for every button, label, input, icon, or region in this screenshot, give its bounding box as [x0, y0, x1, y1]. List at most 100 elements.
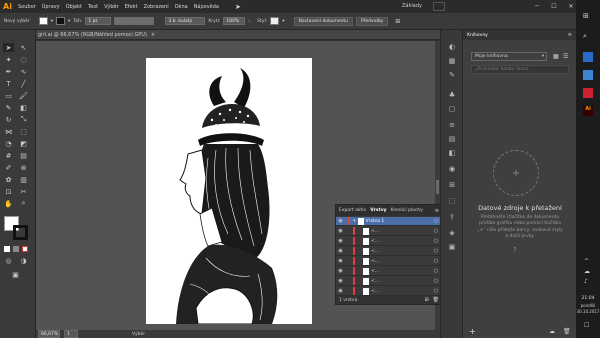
list-view-icon[interactable]: ☰: [563, 53, 568, 60]
pen-tool-icon[interactable]: ✒: [3, 67, 14, 76]
trash-icon[interactable]: 🗑: [433, 297, 439, 303]
menu-efekt[interactable]: Efekt: [122, 4, 141, 10]
layer-name[interactable]: <...: [371, 249, 379, 254]
stroke-swatch[interactable]: [55, 17, 65, 25]
close-icon[interactable]: ✕: [566, 3, 576, 10]
chevron-down-icon[interactable]: ▾: [68, 19, 70, 24]
artboard-tool-icon[interactable]: ⊡: [3, 187, 14, 196]
stroke-weight-field[interactable]: 1 pt: [85, 17, 112, 25]
network-icon[interactable]: ☁: [584, 268, 590, 275]
eye-icon[interactable]: ◉: [336, 268, 345, 274]
symbols-icon[interactable]: ♣: [446, 90, 458, 99]
chevron-down-icon[interactable]: ▾: [282, 19, 284, 24]
rectangle-tool-icon[interactable]: ▭: [3, 91, 14, 100]
close-tab-icon[interactable]: ×: [151, 32, 155, 38]
menu-vyber[interactable]: Výběr: [101, 4, 122, 10]
layer-row[interactable]: ◉ <... ○: [336, 257, 442, 266]
brush-field[interactable]: 3 b. kulatý: [165, 17, 206, 25]
magic-wand-icon[interactable]: ✦: [3, 55, 14, 64]
color-mode-icon[interactable]: [4, 246, 10, 252]
draw-behind-icon[interactable]: ◑: [18, 256, 29, 265]
start-icon[interactable]: ⊞: [583, 12, 593, 22]
trash-icon[interactable]: 🗑: [563, 328, 571, 335]
notifications-icon[interactable]: ☐: [584, 322, 589, 329]
graph-tool-icon[interactable]: ▥: [18, 175, 29, 184]
target-icon[interactable]: ○: [434, 288, 438, 294]
stroke-color-swatch[interactable]: [13, 225, 28, 240]
stock-search-input[interactable]: ⌕ Prohledat Adobe Stock: [471, 65, 569, 74]
eye-icon[interactable]: ◉: [336, 278, 345, 284]
layer-row[interactable]: ◉ <... ○: [336, 277, 442, 286]
appearance-icon[interactable]: ◉: [446, 164, 458, 173]
layer-row[interactable]: ◉ <... ○: [336, 237, 442, 246]
paintbrush-icon[interactable]: 🖌: [18, 91, 29, 100]
export-icon[interactable]: ⇪: [446, 212, 458, 221]
style-swatch[interactable]: [270, 17, 280, 25]
perspective-icon[interactable]: ◩: [18, 139, 29, 148]
target-icon[interactable]: ○: [434, 268, 438, 274]
scrollbar-thumb[interactable]: [436, 180, 439, 194]
layer-name[interactable]: <...: [371, 239, 379, 244]
zoom-field[interactable]: 66,67%: [38, 330, 60, 338]
eye-icon[interactable]: ◉: [336, 238, 345, 244]
panel-menu-icon[interactable]: ≡: [568, 32, 572, 38]
target-icon[interactable]: ○: [434, 228, 438, 234]
lasso-icon[interactable]: ◌: [18, 55, 29, 64]
layer-name[interactable]: <...: [371, 229, 379, 234]
artboards-icon[interactable]: ▣: [446, 242, 458, 251]
volume-icon[interactable]: ♪: [584, 278, 588, 285]
tab-layers[interactable]: Vrstvy: [370, 208, 386, 213]
new-layer-icon[interactable]: ⊞: [424, 297, 428, 303]
align-icon[interactable]: ⊞: [395, 18, 400, 25]
opacity-field[interactable]: 100%: [223, 17, 246, 25]
slice-tool-icon[interactable]: ✂: [18, 187, 29, 196]
search-icon[interactable]: ⌕: [583, 32, 593, 42]
menu-objekt[interactable]: Objekt: [63, 4, 85, 10]
explorer-icon[interactable]: [583, 52, 593, 62]
layer-name[interactable]: <...: [371, 269, 379, 274]
target-icon[interactable]: ○: [434, 238, 438, 244]
layer-row[interactable]: ◉ <... ○: [336, 227, 442, 236]
menu-okna[interactable]: Okna: [172, 4, 191, 10]
layers-icon[interactable]: ◈: [446, 228, 458, 237]
layer-name[interactable]: <...: [371, 279, 379, 284]
eye-icon[interactable]: ◉: [336, 218, 345, 224]
color-icon[interactable]: ◐: [446, 42, 458, 51]
library-dropdown[interactable]: Moje knihovna ▾: [471, 52, 547, 61]
brushes-icon[interactable]: ✎: [446, 70, 458, 79]
layer-row[interactable]: ◉ ▾ Vrstva 1 ○: [336, 217, 442, 226]
symbol-sprayer-icon[interactable]: ✿: [3, 175, 14, 184]
layer-row[interactable]: ◉ <... ○: [336, 267, 442, 276]
layer-name[interactable]: <...: [371, 259, 379, 264]
eyedropper-icon[interactable]: ✐: [3, 163, 14, 172]
blend-icon[interactable]: ⊗: [18, 163, 29, 172]
direct-selection-tool-icon[interactable]: ↖: [18, 43, 29, 52]
eye-icon[interactable]: ◉: [336, 248, 345, 254]
free-transform-icon[interactable]: ⬚: [18, 127, 29, 136]
target-icon[interactable]: ○: [434, 258, 438, 264]
cloud-icon[interactable]: ☁: [549, 328, 555, 335]
curvature-icon[interactable]: ∿: [18, 67, 29, 76]
eye-icon[interactable]: ◉: [336, 228, 345, 234]
rotate-icon[interactable]: ↻: [3, 115, 14, 124]
tab-export-assets[interactable]: Export aktiv: [339, 208, 366, 213]
shape-builder-icon[interactable]: ◔: [3, 139, 14, 148]
none-mode-icon[interactable]: [22, 246, 28, 252]
layer-row[interactable]: ◉ <... ○: [336, 287, 442, 296]
search-help-field[interactable]: [433, 2, 445, 11]
workspace-switcher[interactable]: Základy: [402, 3, 422, 9]
swatches-icon[interactable]: ▦: [446, 56, 458, 65]
eraser-icon[interactable]: ◧: [18, 103, 29, 112]
minimize-icon[interactable]: ─: [532, 3, 542, 10]
gradient-icon[interactable]: ▤: [18, 151, 29, 160]
document-tab[interactable]: girl.ai @ 66,67% (RGB/Náhled pomocí GPU): [38, 32, 147, 38]
hand-tool-icon[interactable]: ✋: [3, 199, 14, 208]
layer-name[interactable]: Vrstva 1: [366, 219, 385, 224]
screen-mode-icon[interactable]: ▣: [10, 270, 21, 279]
illustrator-icon[interactable]: Ai: [583, 106, 593, 116]
grid-view-icon[interactable]: ▦: [553, 53, 559, 60]
menu-text[interactable]: Text: [85, 4, 101, 10]
transform-icon[interactable]: ⬚: [446, 196, 458, 205]
chevron-right-icon[interactable]: ›: [248, 19, 250, 24]
line-tool-icon[interactable]: ╱: [18, 79, 29, 88]
